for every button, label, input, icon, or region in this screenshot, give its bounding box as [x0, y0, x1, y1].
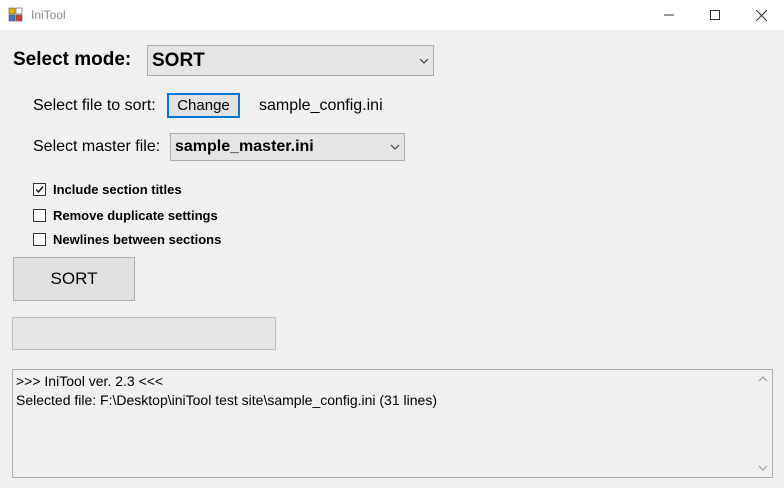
- mode-label: Select mode:: [13, 49, 132, 70]
- include-section-titles-label: Include section titles: [53, 181, 182, 197]
- checkmark-icon: [35, 185, 44, 193]
- mode-select[interactable]: SORT: [147, 45, 434, 76]
- app-icon: [8, 7, 24, 23]
- option-include-section-titles[interactable]: Include section titles: [33, 180, 182, 198]
- master-file-label: Select master file:: [33, 138, 161, 155]
- change-file-button[interactable]: Change: [167, 93, 240, 118]
- chevron-down-icon: [390, 144, 400, 150]
- close-button[interactable]: [738, 0, 784, 30]
- window-title: IniTool: [31, 8, 66, 22]
- master-file-select-value: sample_master.ini: [175, 138, 314, 155]
- remove-duplicate-settings-label: Remove duplicate settings: [53, 207, 218, 223]
- maximize-button[interactable]: [692, 0, 738, 30]
- option-remove-duplicate-settings[interactable]: Remove duplicate settings: [33, 206, 218, 224]
- newlines-between-sections-label: Newlines between sections: [53, 231, 222, 247]
- remove-duplicate-settings-checkbox[interactable]: [33, 208, 46, 222]
- maximize-icon: [710, 10, 720, 20]
- log-lines: >>> IniTool ver. 2.3 <<< Selected file: …: [16, 372, 752, 410]
- mode-select-value: SORT: [152, 49, 205, 71]
- log-line: Selected file: F:\Desktop\iniTool test s…: [16, 392, 437, 408]
- title-bar: IniTool: [0, 0, 784, 30]
- close-icon: [755, 9, 767, 21]
- log-scrollbar[interactable]: [755, 370, 772, 477]
- master-file-select[interactable]: sample_master.ini: [170, 133, 405, 161]
- selected-file-name: sample_config.ini: [259, 97, 383, 114]
- log-line: >>> IniTool ver. 2.3 <<<: [16, 373, 164, 389]
- option-newlines-between-sections[interactable]: Newlines between sections: [33, 230, 221, 248]
- log-textbox[interactable]: >>> IniTool ver. 2.3 <<< Selected file: …: [12, 369, 773, 478]
- sort-button[interactable]: SORT: [13, 257, 135, 301]
- file-label: Select file to sort:: [33, 97, 156, 114]
- minimize-icon: [664, 14, 674, 16]
- minimize-button[interactable]: [646, 0, 692, 30]
- newlines-between-sections-checkbox[interactable]: [33, 232, 46, 246]
- chevron-down-icon: [419, 58, 429, 64]
- include-section-titles-checkbox[interactable]: [33, 182, 46, 196]
- progress-bar: [12, 317, 276, 350]
- chevron-up-icon[interactable]: [758, 376, 768, 382]
- chevron-down-icon[interactable]: [758, 465, 768, 471]
